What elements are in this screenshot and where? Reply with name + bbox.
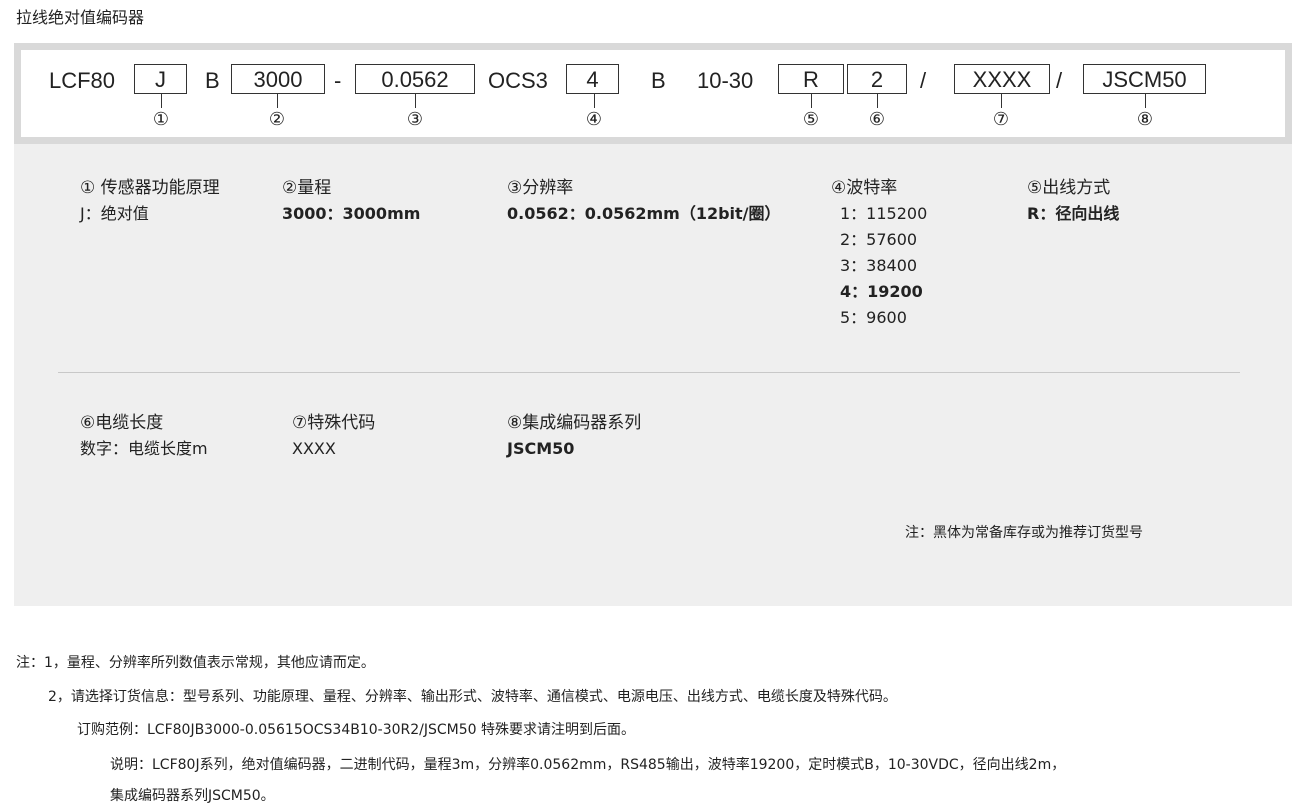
section-title: ④波特率 bbox=[831, 178, 898, 198]
option-item: 0.0562：0.0562mm（12bit/圈） bbox=[507, 204, 781, 223]
code-tick bbox=[811, 94, 812, 108]
code-prefix: LCF80 bbox=[49, 68, 116, 93]
note-line-1: 注：1，量程、分辨率所列数值表示常规，其他应请而定。 bbox=[16, 655, 375, 671]
section-title: ① 传感器功能原理 bbox=[80, 178, 220, 198]
section-special-code: ⑦特殊代码 XXXX bbox=[292, 410, 375, 462]
code-tick bbox=[1001, 94, 1002, 108]
code-sep-b2: B bbox=[651, 68, 666, 93]
code-sep-slash1: / bbox=[920, 68, 927, 93]
code-tick bbox=[1145, 94, 1146, 108]
note-line-4: 说明：LCF80J系列，绝对值编码器，二进制代码，量程3m，分辨率0.0562m… bbox=[110, 757, 1066, 773]
section-title: ⑥电缆长度 bbox=[80, 413, 164, 433]
note-line-2: 2，请选择订货信息：型号系列、功能原理、量程、分辨率、输出形式、波特率、通信模式… bbox=[48, 689, 897, 705]
code-box-cable: 2 bbox=[847, 64, 907, 94]
code-sep-b1: B bbox=[205, 68, 220, 93]
option-item: 3000：3000mm bbox=[282, 204, 421, 223]
code-tick bbox=[877, 94, 878, 108]
section-title: ③分辨率 bbox=[507, 178, 574, 198]
code-box-outlet: R bbox=[778, 64, 844, 94]
option-item: 1：115200 bbox=[840, 204, 928, 223]
section-divider bbox=[58, 372, 1240, 373]
code-marker-8: ⑧ bbox=[1136, 109, 1154, 130]
option-item: 3：38400 bbox=[840, 256, 918, 275]
code-tick bbox=[594, 94, 595, 108]
code-marker-4: ④ bbox=[585, 109, 603, 130]
section-baud-rate: ④波特率 1：115200 2：57600 3：38400 4：19200 5：… bbox=[831, 175, 927, 331]
code-box-resolution: 0.0562 bbox=[355, 64, 475, 94]
section-function: ① 传感器功能原理 J：绝对值 bbox=[80, 175, 220, 227]
option-item: J：绝对值 bbox=[80, 204, 149, 223]
option-item: 2：57600 bbox=[840, 230, 918, 249]
code-marker-6: ⑥ bbox=[868, 109, 886, 130]
code-box-range: 3000 bbox=[231, 64, 325, 94]
code-sep-dash: - bbox=[334, 68, 342, 93]
code-sep-ocs: OCS3 bbox=[488, 68, 548, 93]
section-title: ⑦特殊代码 bbox=[292, 413, 376, 433]
option-item: 5：9600 bbox=[840, 308, 907, 327]
code-sep-voltage: 10-30 bbox=[697, 68, 754, 93]
code-marker-3: ③ bbox=[406, 109, 424, 130]
section-encoder-series: ⑧集成编码器系列 JSCM50 bbox=[507, 410, 641, 462]
section-range: ②量程 3000：3000mm bbox=[282, 175, 420, 227]
page-title: 拉线绝对值编码器 bbox=[16, 8, 145, 27]
code-tick bbox=[161, 94, 162, 108]
note-line-5: 集成编码器系列JSCM50。 bbox=[110, 788, 275, 804]
code-box-special: XXXX bbox=[954, 64, 1050, 94]
code-box-baud: 4 bbox=[566, 64, 619, 94]
code-box-function: J bbox=[134, 64, 187, 94]
section-title: ②量程 bbox=[282, 178, 332, 198]
section-cable-length: ⑥电缆长度 数字：电缆长度m bbox=[80, 410, 208, 462]
option-item: R：径向出线 bbox=[1027, 204, 1120, 223]
code-marker-7: ⑦ bbox=[992, 109, 1010, 130]
code-box-series: JSCM50 bbox=[1083, 64, 1206, 94]
note-line-3: 订购范例：LCF80JB3000-0.05615OCS34B10-30R2/JS… bbox=[77, 722, 636, 738]
code-marker-1: ① bbox=[152, 109, 170, 130]
code-marker-2: ② bbox=[268, 109, 286, 130]
panel-note: 注：黑体为常备库存或为推荐订货型号 bbox=[905, 525, 1143, 541]
option-item: 4：19200 bbox=[840, 282, 923, 301]
code-tick bbox=[277, 94, 278, 108]
section-title: ⑤出线方式 bbox=[1027, 178, 1111, 198]
code-sep-slash2: / bbox=[1056, 68, 1063, 93]
option-item: XXXX bbox=[292, 439, 336, 458]
model-code-bar: LCF80 J B 3000 - 0.0562 OCS3 4 B 10-30 R… bbox=[21, 50, 1285, 137]
section-outlet: ⑤出线方式 R：径向出线 bbox=[1027, 175, 1119, 227]
option-item: 数字：电缆长度m bbox=[80, 439, 208, 458]
code-marker-5: ⑤ bbox=[802, 109, 820, 130]
section-resolution: ③分辨率 0.0562：0.0562mm（12bit/圈） bbox=[507, 175, 781, 227]
option-item: JSCM50 bbox=[507, 439, 575, 458]
code-tick bbox=[415, 94, 416, 108]
model-code-frame: LCF80 J B 3000 - 0.0562 OCS3 4 B 10-30 R… bbox=[14, 43, 1292, 144]
section-title: ⑧集成编码器系列 bbox=[507, 413, 642, 433]
